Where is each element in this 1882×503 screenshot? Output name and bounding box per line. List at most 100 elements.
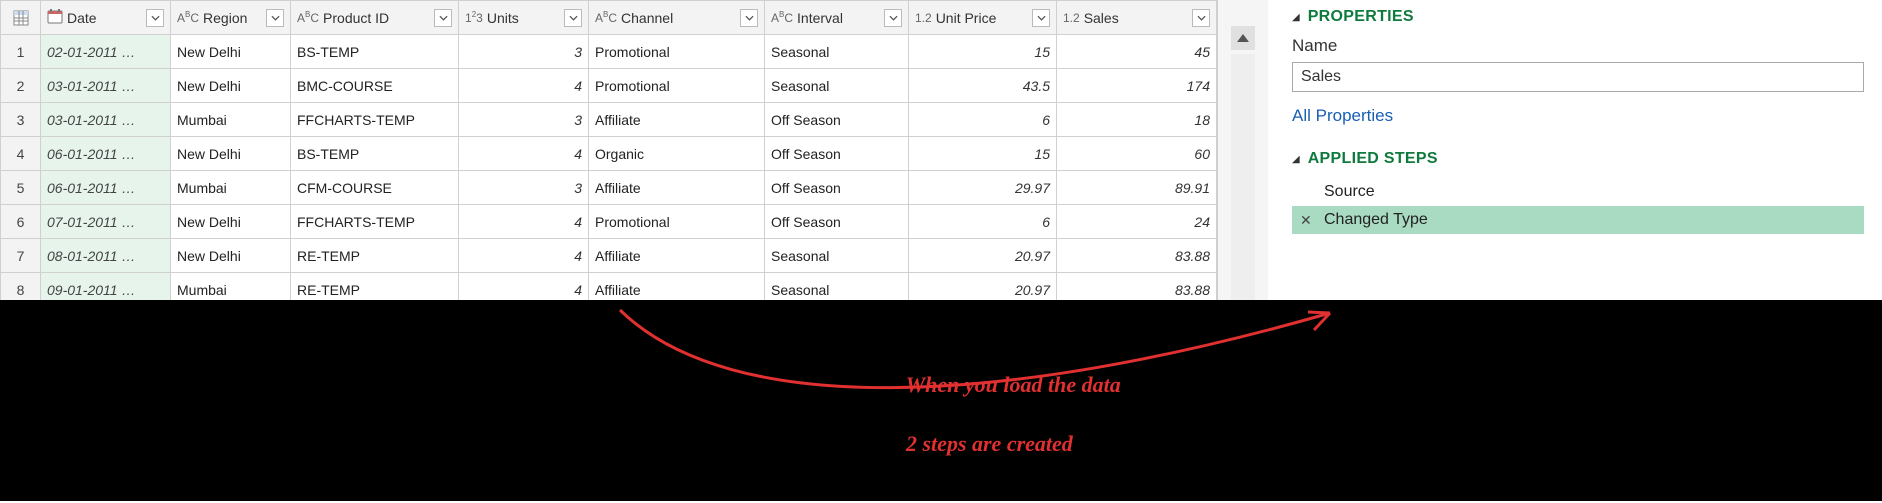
cell-product[interactable]: BS-TEMP — [291, 137, 459, 171]
row-number[interactable]: 7 — [1, 239, 41, 273]
cell-price[interactable]: 6 — [909, 103, 1057, 137]
cell-product[interactable]: BMC-COURSE — [291, 69, 459, 103]
column-header-sales[interactable]: 1.2Sales — [1057, 1, 1217, 35]
cell-product[interactable]: FFCHARTS-TEMP — [291, 103, 459, 137]
cell-interval[interactable]: Seasonal — [765, 69, 909, 103]
cell-date[interactable]: 08-01-2011 … — [41, 239, 171, 273]
cell-region[interactable]: Mumbai — [171, 273, 291, 307]
applied-steps-section-header[interactable]: ◢ APPLIED STEPS — [1292, 150, 1864, 168]
cell-price[interactable]: 6 — [909, 205, 1057, 239]
cell-price[interactable]: 20.97 — [909, 239, 1057, 273]
table-row[interactable]: 708-01-2011 …New DelhiRE-TEMP4AffiliateS… — [1, 239, 1217, 273]
cell-channel[interactable]: Affiliate — [589, 239, 765, 273]
filter-dropdown-button[interactable] — [564, 9, 582, 27]
table-row[interactable]: 102-01-2011 …New DelhiBS-TEMP3Promotiona… — [1, 35, 1217, 69]
table-row[interactable]: 607-01-2011 …New DelhiFFCHARTS-TEMP4Prom… — [1, 205, 1217, 239]
column-header-channel[interactable]: ABCChannel — [589, 1, 765, 35]
cell-units[interactable]: 3 — [459, 103, 589, 137]
filter-dropdown-button[interactable] — [1032, 9, 1050, 27]
cell-product[interactable]: FFCHARTS-TEMP — [291, 205, 459, 239]
scroll-track[interactable] — [1231, 54, 1255, 491]
column-header-product[interactable]: ABCProduct ID — [291, 1, 459, 35]
cell-interval[interactable]: Seasonal — [765, 35, 909, 69]
cell-price[interactable]: 20.97 — [909, 273, 1057, 307]
cell-channel[interactable]: Organic — [589, 137, 765, 171]
row-number[interactable]: 1 — [1, 35, 41, 69]
applied-step[interactable]: ✕Changed Type — [1292, 206, 1864, 234]
cell-region[interactable]: Mumbai — [171, 171, 291, 205]
cell-date[interactable]: 07-01-2011 … — [41, 205, 171, 239]
filter-dropdown-button[interactable] — [740, 9, 758, 27]
column-header-date[interactable]: Date — [41, 1, 171, 35]
column-header-region[interactable]: ABCRegion — [171, 1, 291, 35]
cell-date[interactable]: 06-01-2011 … — [41, 171, 171, 205]
column-header-price[interactable]: 1.2Unit Price — [909, 1, 1057, 35]
cell-units[interactable]: 3 — [459, 35, 589, 69]
cell-units[interactable]: 4 — [459, 273, 589, 307]
cell-channel[interactable]: Promotional — [589, 69, 765, 103]
cell-interval[interactable]: Off Season — [765, 205, 909, 239]
cell-units[interactable]: 4 — [459, 69, 589, 103]
cell-sales[interactable]: 174 — [1057, 69, 1217, 103]
cell-interval[interactable]: Off Season — [765, 137, 909, 171]
cell-region[interactable]: Mumbai — [171, 103, 291, 137]
filter-dropdown-button[interactable] — [266, 9, 284, 27]
cell-region[interactable]: New Delhi — [171, 239, 291, 273]
delete-step-icon[interactable]: ✕ — [1300, 212, 1312, 229]
cell-interval[interactable]: Off Season — [765, 103, 909, 137]
cell-price[interactable]: 15 — [909, 35, 1057, 69]
cell-date[interactable]: 02-01-2011 … — [41, 35, 171, 69]
scroll-up-button[interactable] — [1231, 26, 1255, 50]
cell-channel[interactable]: Affiliate — [589, 103, 765, 137]
cell-date[interactable]: 06-01-2011 … — [41, 137, 171, 171]
vertical-scrollbar[interactable] — [1218, 0, 1268, 501]
cell-units[interactable]: 3 — [459, 171, 589, 205]
cell-channel[interactable]: Promotional — [589, 205, 765, 239]
filter-dropdown-button[interactable] — [884, 9, 902, 27]
cell-price[interactable]: 43.5 — [909, 69, 1057, 103]
cell-sales[interactable]: 83.88 — [1057, 239, 1217, 273]
table-corner[interactable] — [1, 1, 41, 35]
row-number[interactable]: 8 — [1, 273, 41, 307]
cell-product[interactable]: RE-TEMP — [291, 239, 459, 273]
cell-product[interactable]: BS-TEMP — [291, 35, 459, 69]
cell-sales[interactable]: 45 — [1057, 35, 1217, 69]
column-header-units[interactable]: 123Units — [459, 1, 589, 35]
row-number[interactable]: 4 — [1, 137, 41, 171]
cell-interval[interactable]: Seasonal — [765, 273, 909, 307]
all-properties-link[interactable]: All Properties — [1292, 106, 1864, 126]
cell-product[interactable]: CFM-COURSE — [291, 171, 459, 205]
cell-sales[interactable]: 89.91 — [1057, 171, 1217, 205]
query-name-input[interactable] — [1292, 62, 1864, 92]
row-number[interactable]: 3 — [1, 103, 41, 137]
table-row[interactable]: 203-01-2011 …New DelhiBMC-COURSE4Promoti… — [1, 69, 1217, 103]
filter-dropdown-button[interactable] — [434, 9, 452, 27]
cell-region[interactable]: New Delhi — [171, 35, 291, 69]
cell-region[interactable]: New Delhi — [171, 69, 291, 103]
cell-sales[interactable]: 24 — [1057, 205, 1217, 239]
filter-dropdown-button[interactable] — [146, 9, 164, 27]
cell-units[interactable]: 4 — [459, 137, 589, 171]
table-row[interactable]: 809-01-2011 …MumbaiRE-TEMP4AffiliateSeas… — [1, 273, 1217, 307]
cell-date[interactable]: 03-01-2011 … — [41, 103, 171, 137]
cell-price[interactable]: 15 — [909, 137, 1057, 171]
cell-region[interactable]: New Delhi — [171, 137, 291, 171]
cell-sales[interactable]: 18 — [1057, 103, 1217, 137]
table-row[interactable]: 406-01-2011 …New DelhiBS-TEMP4OrganicOff… — [1, 137, 1217, 171]
cell-sales[interactable]: 60 — [1057, 137, 1217, 171]
cell-channel[interactable]: Promotional — [589, 35, 765, 69]
cell-interval[interactable]: Seasonal — [765, 239, 909, 273]
row-number[interactable]: 2 — [1, 69, 41, 103]
cell-units[interactable]: 4 — [459, 205, 589, 239]
cell-date[interactable]: 09-01-2011 … — [41, 273, 171, 307]
properties-section-header[interactable]: ◢ PROPERTIES — [1292, 8, 1864, 26]
row-number[interactable]: 6 — [1, 205, 41, 239]
cell-price[interactable]: 29.97 — [909, 171, 1057, 205]
cell-region[interactable]: New Delhi — [171, 205, 291, 239]
row-number[interactable]: 5 — [1, 171, 41, 205]
applied-step[interactable]: Source — [1292, 178, 1864, 206]
cell-product[interactable]: RE-TEMP — [291, 273, 459, 307]
filter-dropdown-button[interactable] — [1192, 9, 1210, 27]
cell-date[interactable]: 03-01-2011 … — [41, 69, 171, 103]
table-row[interactable]: 303-01-2011 …MumbaiFFCHARTS-TEMP3Affilia… — [1, 103, 1217, 137]
